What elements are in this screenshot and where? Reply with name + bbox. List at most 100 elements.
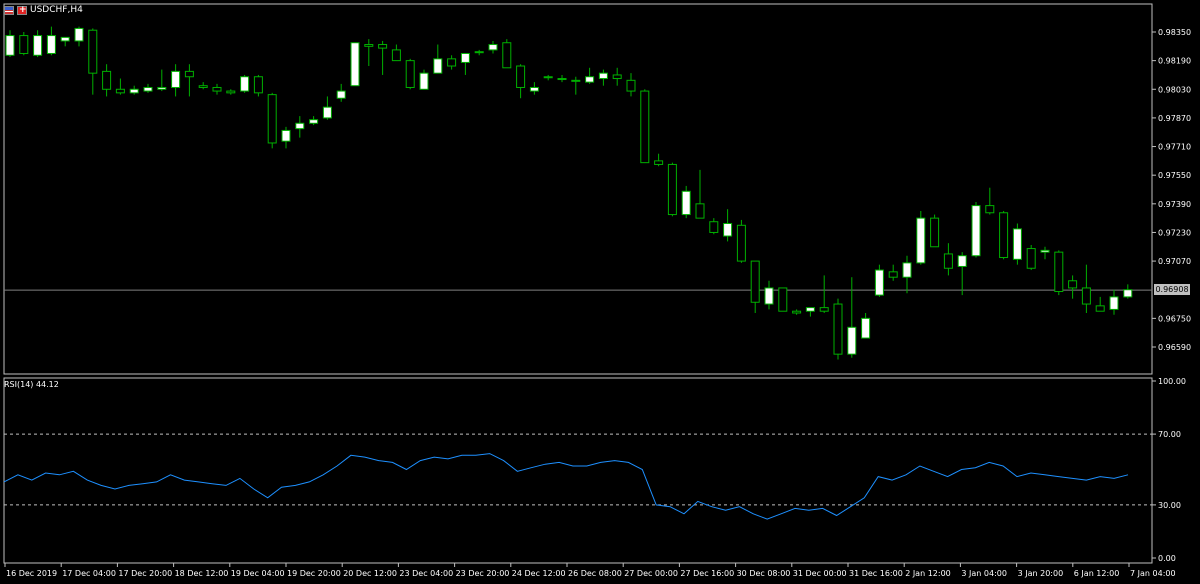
candle-body[interactable] [861,317,871,339]
candle-body[interactable] [240,76,250,92]
candle-body[interactable] [88,29,98,74]
candle-body[interactable] [805,307,815,312]
candle-body[interactable] [571,79,581,82]
candle-body[interactable] [488,44,498,51]
candle-body[interactable] [157,86,167,90]
candle-body[interactable] [819,307,829,312]
candle-body[interactable] [888,271,898,278]
candle-body[interactable] [226,90,236,94]
candle-body[interactable] [212,86,222,92]
candle-body[interactable] [102,70,112,90]
price-axis-label: 0.97230 [1158,228,1191,237]
chart-canvas[interactable]: 0.98350 0.98190 0.98030 0.97870 0.97710 0.975… [0,0,1200,584]
candle-body[interactable] [847,326,857,355]
candle-body[interactable] [171,70,181,88]
main-pane-frame [3,3,1153,375]
candle-body[interactable] [60,36,70,42]
candle-body[interactable] [930,217,940,248]
candle-body[interactable] [778,287,788,312]
candle-body[interactable] [1026,248,1036,269]
candle-body[interactable] [1040,249,1050,253]
candle-body[interactable] [1123,289,1133,298]
candle-body[interactable] [391,49,401,62]
candle-body[interactable] [129,88,139,94]
candle-body[interactable] [309,119,319,124]
candle-body[interactable] [667,163,677,216]
candle-body[interactable] [529,86,539,92]
candle-body[interactable] [764,287,774,305]
time-axis-label: 19 Dec 20:00 [287,569,341,578]
candle-body[interactable] [74,27,84,42]
candle-body[interactable] [502,42,512,69]
candle-body[interactable] [709,221,719,233]
candle-body[interactable] [364,44,374,47]
candle-body[interactable] [1012,228,1022,260]
candle-body[interactable] [516,65,526,88]
time-axis-label: 3 Jan 20:00 [1018,569,1064,578]
candle-body[interactable] [598,72,608,80]
candle-body[interactable] [943,253,953,269]
rsi-line[interactable] [3,453,1129,520]
candle-body[interactable] [198,85,208,88]
candle-body[interactable] [585,76,595,83]
rsi-pane-frame [3,377,1153,564]
time-axis-label: 23 Dec 20:00 [456,569,510,578]
candle-body[interactable] [19,35,29,54]
time-axis-label: 30 Dec 08:00 [737,569,791,578]
candle-body[interactable] [874,269,884,296]
candle-body[interactable] [957,255,967,267]
candle-body[interactable] [378,44,388,49]
price-axis-label: 0.97870 [1158,114,1191,123]
candle-body[interactable] [184,70,194,78]
candle-body[interactable] [971,205,981,257]
time-axis-label: 31 Dec 16:00 [849,569,903,578]
candle-body[interactable] [5,35,15,56]
candle-body[interactable] [626,79,636,92]
rsi-axis-label: 0.00 [1158,554,1176,563]
candle-body[interactable] [1054,251,1064,293]
candle-body[interactable] [253,76,263,94]
candle-body[interactable] [736,224,746,262]
candle-body[interactable] [985,205,995,214]
candle-body[interactable] [916,217,926,264]
price-axis-label: 0.97070 [1158,257,1191,266]
candle-body[interactable] [902,262,912,278]
candle-body[interactable] [999,212,1009,259]
candle-body[interactable] [336,90,346,99]
chart-window[interactable]: 0.98350 0.98190 0.98030 0.97870 0.97710 0.975… [0,0,1200,584]
candle-body[interactable] [543,76,553,79]
candle-body[interactable] [833,303,843,355]
candle-body[interactable] [1081,287,1091,305]
candle-body[interactable] [557,78,567,81]
candle-body[interactable] [33,35,43,56]
candle-body[interactable] [322,106,332,119]
candle-body[interactable] [267,94,277,144]
candle-body[interactable] [750,260,760,303]
candle-body[interactable] [654,160,664,165]
candle-body[interactable] [792,310,802,314]
candle-body[interactable] [447,58,457,67]
candle-body[interactable] [695,203,705,219]
candle-body[interactable] [419,72,429,90]
candle-body[interactable] [723,223,733,237]
time-axis-label: 2 Jan 12:00 [905,569,951,578]
candle-body[interactable] [405,60,415,88]
time-axis-label: 19 Dec 04:00 [231,569,285,578]
candle-body[interactable] [433,58,443,74]
candle-body[interactable] [612,74,622,80]
candle-body[interactable] [295,122,305,130]
candle-body[interactable] [46,35,56,54]
candle-body[interactable] [1109,296,1119,310]
candle-body[interactable] [681,190,691,216]
candle-body[interactable] [1095,305,1105,312]
candle-body[interactable] [1068,280,1078,289]
candle-body[interactable] [474,51,484,54]
candle-body[interactable] [460,52,470,63]
candle-body[interactable] [640,90,650,164]
candle-body[interactable] [281,129,291,142]
candle-body[interactable] [350,42,360,87]
time-axis-label: 26 Dec 08:00 [568,569,622,578]
symbol-title: USDCHF,H4 [30,5,83,15]
candle-body[interactable] [115,88,125,94]
candle-body[interactable] [143,86,153,92]
